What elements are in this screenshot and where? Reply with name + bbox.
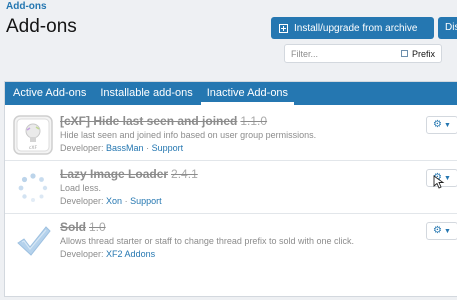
tab-inactive-addons[interactable]: Inactive Add-ons: [200, 82, 295, 105]
addons-panel: Active Add-ons Installable add-ons Inact…: [4, 81, 457, 297]
developer-link[interactable]: XF2 Addons: [106, 249, 155, 259]
developer-link[interactable]: Xon: [106, 196, 122, 206]
addon-developer: Developer: XF2 Addons: [60, 249, 155, 259]
svg-text:cXF: cXF: [29, 145, 38, 151]
addon-title-text: Lazy Image Loader: [60, 167, 169, 181]
addon-row: cXF [cXF] Hide last seen and joined 1.1.0…: [5, 109, 457, 161]
plus-box-icon: [279, 23, 288, 33]
addon-version: 2.4.1: [171, 167, 198, 181]
addon-title: Lazy Image Loader 2.4.1: [60, 167, 198, 181]
chevron-down-icon: ▼: [444, 121, 451, 129]
filter-box: Prefix: [284, 44, 442, 63]
breadcrumb[interactable]: Add-ons: [6, 1, 47, 12]
developer-prefix: Developer:: [60, 249, 104, 259]
addon-title-text: Sold: [60, 220, 86, 234]
support-link[interactable]: Support: [152, 143, 184, 153]
support-link[interactable]: Support: [130, 196, 162, 206]
addon-description: Load less.: [60, 183, 102, 193]
checkmark-icon: [13, 221, 53, 261]
addon-description: Allows thread starter or staff to change…: [60, 236, 354, 246]
tab-installable-addons[interactable]: Installable add-ons: [94, 82, 198, 105]
developer-link[interactable]: BassMan: [106, 143, 144, 153]
prefix-checkbox[interactable]: [401, 50, 408, 57]
addon-title: [cXF] Hide last seen and joined 1.1.0: [60, 114, 267, 128]
addon-developer: Developer: BassMan · Support: [60, 143, 183, 153]
addon-description: Hide last seen and joined info based on …: [60, 130, 317, 140]
install-upgrade-label: Install/upgrade from archive: [294, 22, 418, 34]
addon-developer: Developer: Xon · Support: [60, 196, 162, 206]
addon-title: Sold 1.0: [60, 220, 106, 234]
cxf-lightbulb-icon: cXF: [13, 115, 53, 155]
loading-spinner-icon: [13, 168, 53, 208]
addon-options-button[interactable]: ⚙ ▼: [426, 116, 457, 134]
tab-active-addons[interactable]: Active Add-ons: [7, 82, 92, 105]
addon-version: 1.1.0: [240, 114, 268, 128]
addon-version: 1.0: [89, 220, 106, 234]
gear-icon: ⚙: [433, 119, 443, 130]
mouse-cursor-icon: [433, 175, 445, 189]
separator: ·: [124, 196, 128, 206]
page-title: Add-ons: [6, 16, 77, 37]
install-upgrade-button[interactable]: Install/upgrade from archive: [271, 17, 434, 39]
disable-all-button[interactable]: Disable all: [438, 17, 457, 39]
filter-input[interactable]: [285, 47, 401, 60]
addon-row: Lazy Image Loader 2.4.1 Load less. Develo…: [5, 162, 457, 214]
addon-title-text: [cXF] Hide last seen and joined: [60, 114, 238, 128]
gear-icon: ⚙: [433, 225, 443, 236]
addon-options-button[interactable]: ⚙ ▼: [426, 222, 457, 240]
separator: ·: [146, 143, 150, 153]
developer-prefix: Developer:: [60, 143, 104, 153]
chevron-down-icon: ▼: [444, 227, 451, 235]
chevron-down-icon: ▼: [444, 174, 451, 182]
addon-tabs: Active Add-ons Installable add-ons Inact…: [5, 82, 457, 105]
prefix-label[interactable]: Prefix: [412, 49, 435, 59]
addon-row: Sold 1.0 Allows thread starter or staff t…: [5, 215, 457, 267]
developer-prefix: Developer:: [60, 196, 104, 206]
